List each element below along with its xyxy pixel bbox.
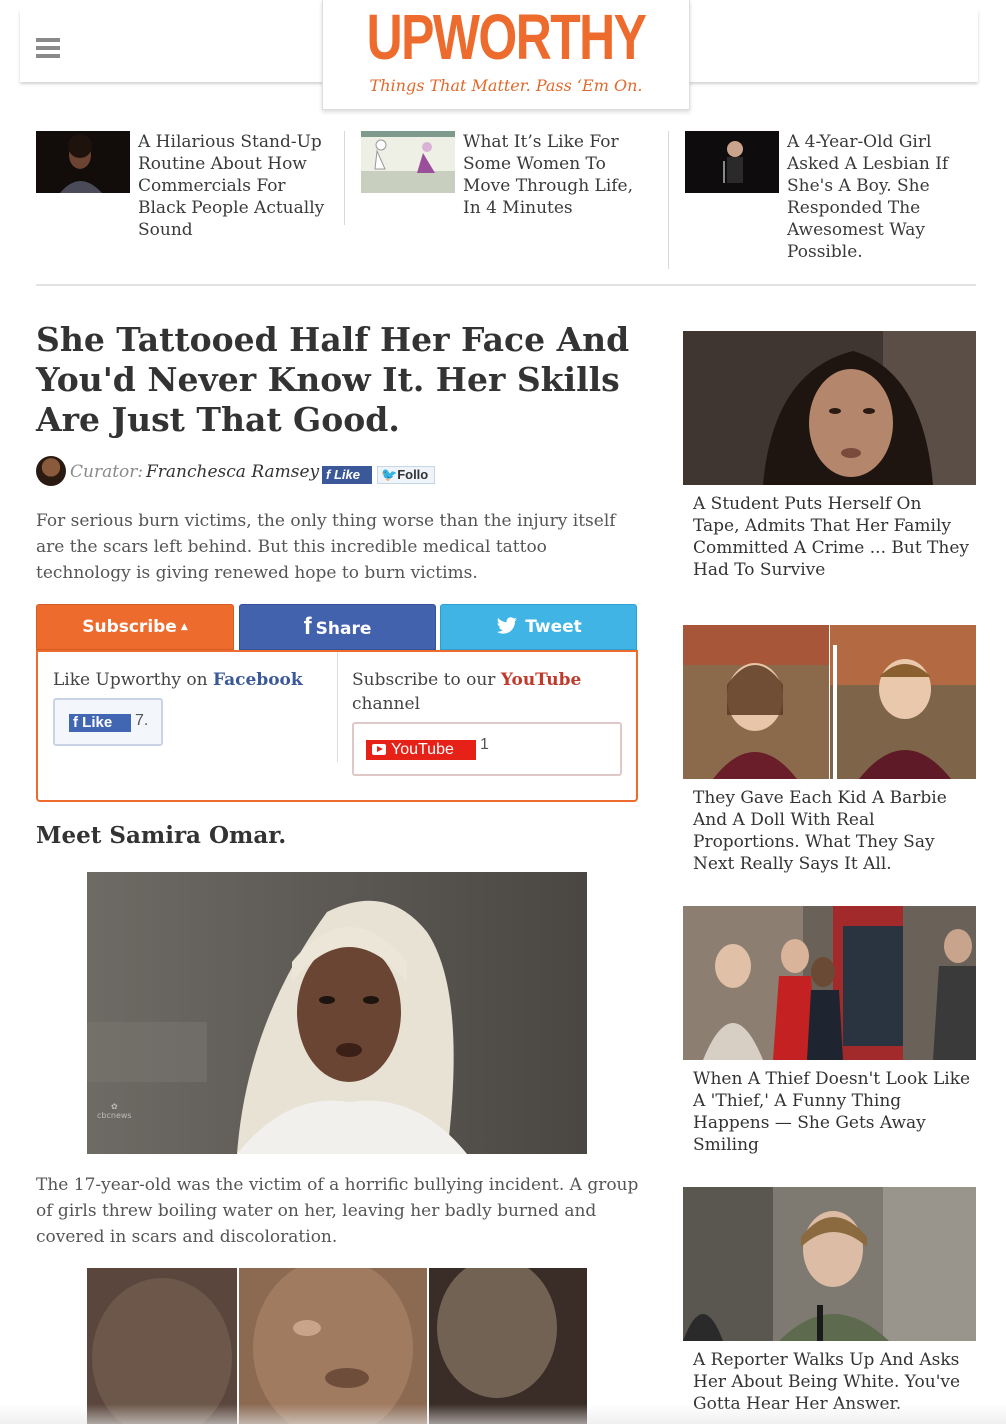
burn-closeup-illustration [87, 1268, 587, 1424]
facebook-share-button[interactable]: f Share [239, 604, 436, 650]
youtube-subscribe-widget: YouTube 1 [352, 722, 622, 776]
article-image-2 [87, 1268, 587, 1424]
sidebar-thumbnail[interactable] [683, 625, 976, 779]
curator-avatar[interactable] [36, 456, 66, 486]
tweet-button[interactable]: Tweet [440, 604, 637, 650]
promo-thumbnail[interactable] [36, 131, 130, 193]
youtube-brand: YouTube [500, 670, 582, 690]
youtube-subscriber-count: 1 [480, 736, 489, 753]
article-image: ✿ cbcnews [87, 872, 587, 1154]
sidebar-thumbnail[interactable] [683, 906, 976, 1060]
sidebar-title[interactable]: A Student Puts Herself On Tape, Admits T… [693, 493, 973, 581]
youtube-cta-text: Subscribe to our [352, 670, 496, 690]
facebook-like-count: 7. [135, 712, 149, 729]
section-heading: Meet Samira Omar. [36, 822, 287, 849]
article-title: She Tattooed Half Her Face And You'd Nev… [36, 320, 630, 439]
curator-like-button[interactable]: f Like [322, 466, 372, 484]
article-body: The 17-year-old was the victim of a horr… [36, 1175, 639, 1247]
panel-divider [337, 652, 338, 762]
curator-follow-button[interactable]: 🐦Follo [377, 466, 435, 484]
youtube-subscribe-button[interactable]: YouTube [366, 740, 476, 760]
promo-title[interactable]: What It’s Like For Some Women To Move Th… [463, 131, 653, 219]
subscribe-button[interactable]: Subscribe ▲ [36, 604, 234, 650]
facebook-brand: Facebook [213, 670, 303, 690]
curator-like-label: Like [333, 467, 360, 482]
logo-text[interactable]: UPWORTHY [363, 2, 648, 72]
logo[interactable]: UPWORTHY Things That Matter. Pass ‘Em On… [322, 0, 690, 110]
twitter-bird-icon [496, 617, 518, 634]
youtube-play-icon [372, 744, 386, 755]
article-intro: For serious burn victims, the only thing… [36, 511, 616, 583]
facebook-icon: f [303, 613, 312, 640]
youtube-cta: Subscribe to our YouTube channel [352, 668, 622, 716]
promo-thumbnail[interactable] [685, 131, 779, 193]
facebook-like-widget: f Like 7. [53, 698, 163, 746]
tagline: Things That Matter. Pass ‘Em On. [369, 76, 643, 95]
divider [36, 284, 976, 286]
subscribe-label: Subscribe [82, 617, 177, 637]
cbc-watermark-label: cbcnews [97, 1111, 132, 1120]
menu-icon[interactable] [36, 38, 60, 60]
promo-title[interactable]: A 4-Year-Old Girl Asked A Lesbian If She… [787, 131, 977, 263]
promo-divider [668, 131, 669, 269]
cbc-watermark: ✿ cbcnews [97, 1102, 132, 1120]
promo-thumbnail[interactable] [361, 131, 455, 193]
sidebar-thumbnail[interactable] [683, 331, 976, 485]
facebook-cta: Like Upworthy on Facebook [53, 668, 303, 692]
sidebar-thumbnail[interactable] [683, 1187, 976, 1341]
facebook-like-label: Like [82, 714, 113, 731]
subscribe-panel: Like Upworthy on Facebook f Like 7. Subs… [36, 650, 638, 802]
sidebar-title[interactable]: When A Thief Doesn't Look Like A 'Thief,… [693, 1068, 973, 1156]
facebook-cta-text: Like Upworthy on [53, 670, 208, 690]
tweet-label: Tweet [525, 617, 582, 637]
youtube-cta-suffix: channel [352, 694, 420, 714]
twitter-icon: 🐦 [381, 467, 398, 482]
promo-title[interactable]: A Hilarious Stand-Up Routine About How C… [138, 131, 328, 241]
sidebar-title[interactable]: They Gave Each Kid A Barbie And A Doll W… [693, 787, 973, 875]
portrait-illustration [87, 872, 587, 1154]
facebook-icon: f [326, 467, 334, 482]
byline: Curator: Franchesca Ramsey f Like 🐦Follo [36, 456, 646, 488]
curator-follow-label: Follo [397, 467, 429, 482]
curator-name[interactable]: Franchesca Ramsey [146, 462, 319, 482]
facebook-like-button[interactable]: f Like [69, 714, 131, 732]
facebook-icon: f [73, 714, 83, 731]
promo-divider [344, 131, 345, 225]
bottom-fade [0, 1404, 1006, 1424]
share-label: Share [315, 619, 372, 639]
caret-up-icon: ▲ [180, 622, 188, 632]
curator-label: Curator: [70, 462, 144, 482]
youtube-button-label: YouTube [391, 741, 454, 758]
